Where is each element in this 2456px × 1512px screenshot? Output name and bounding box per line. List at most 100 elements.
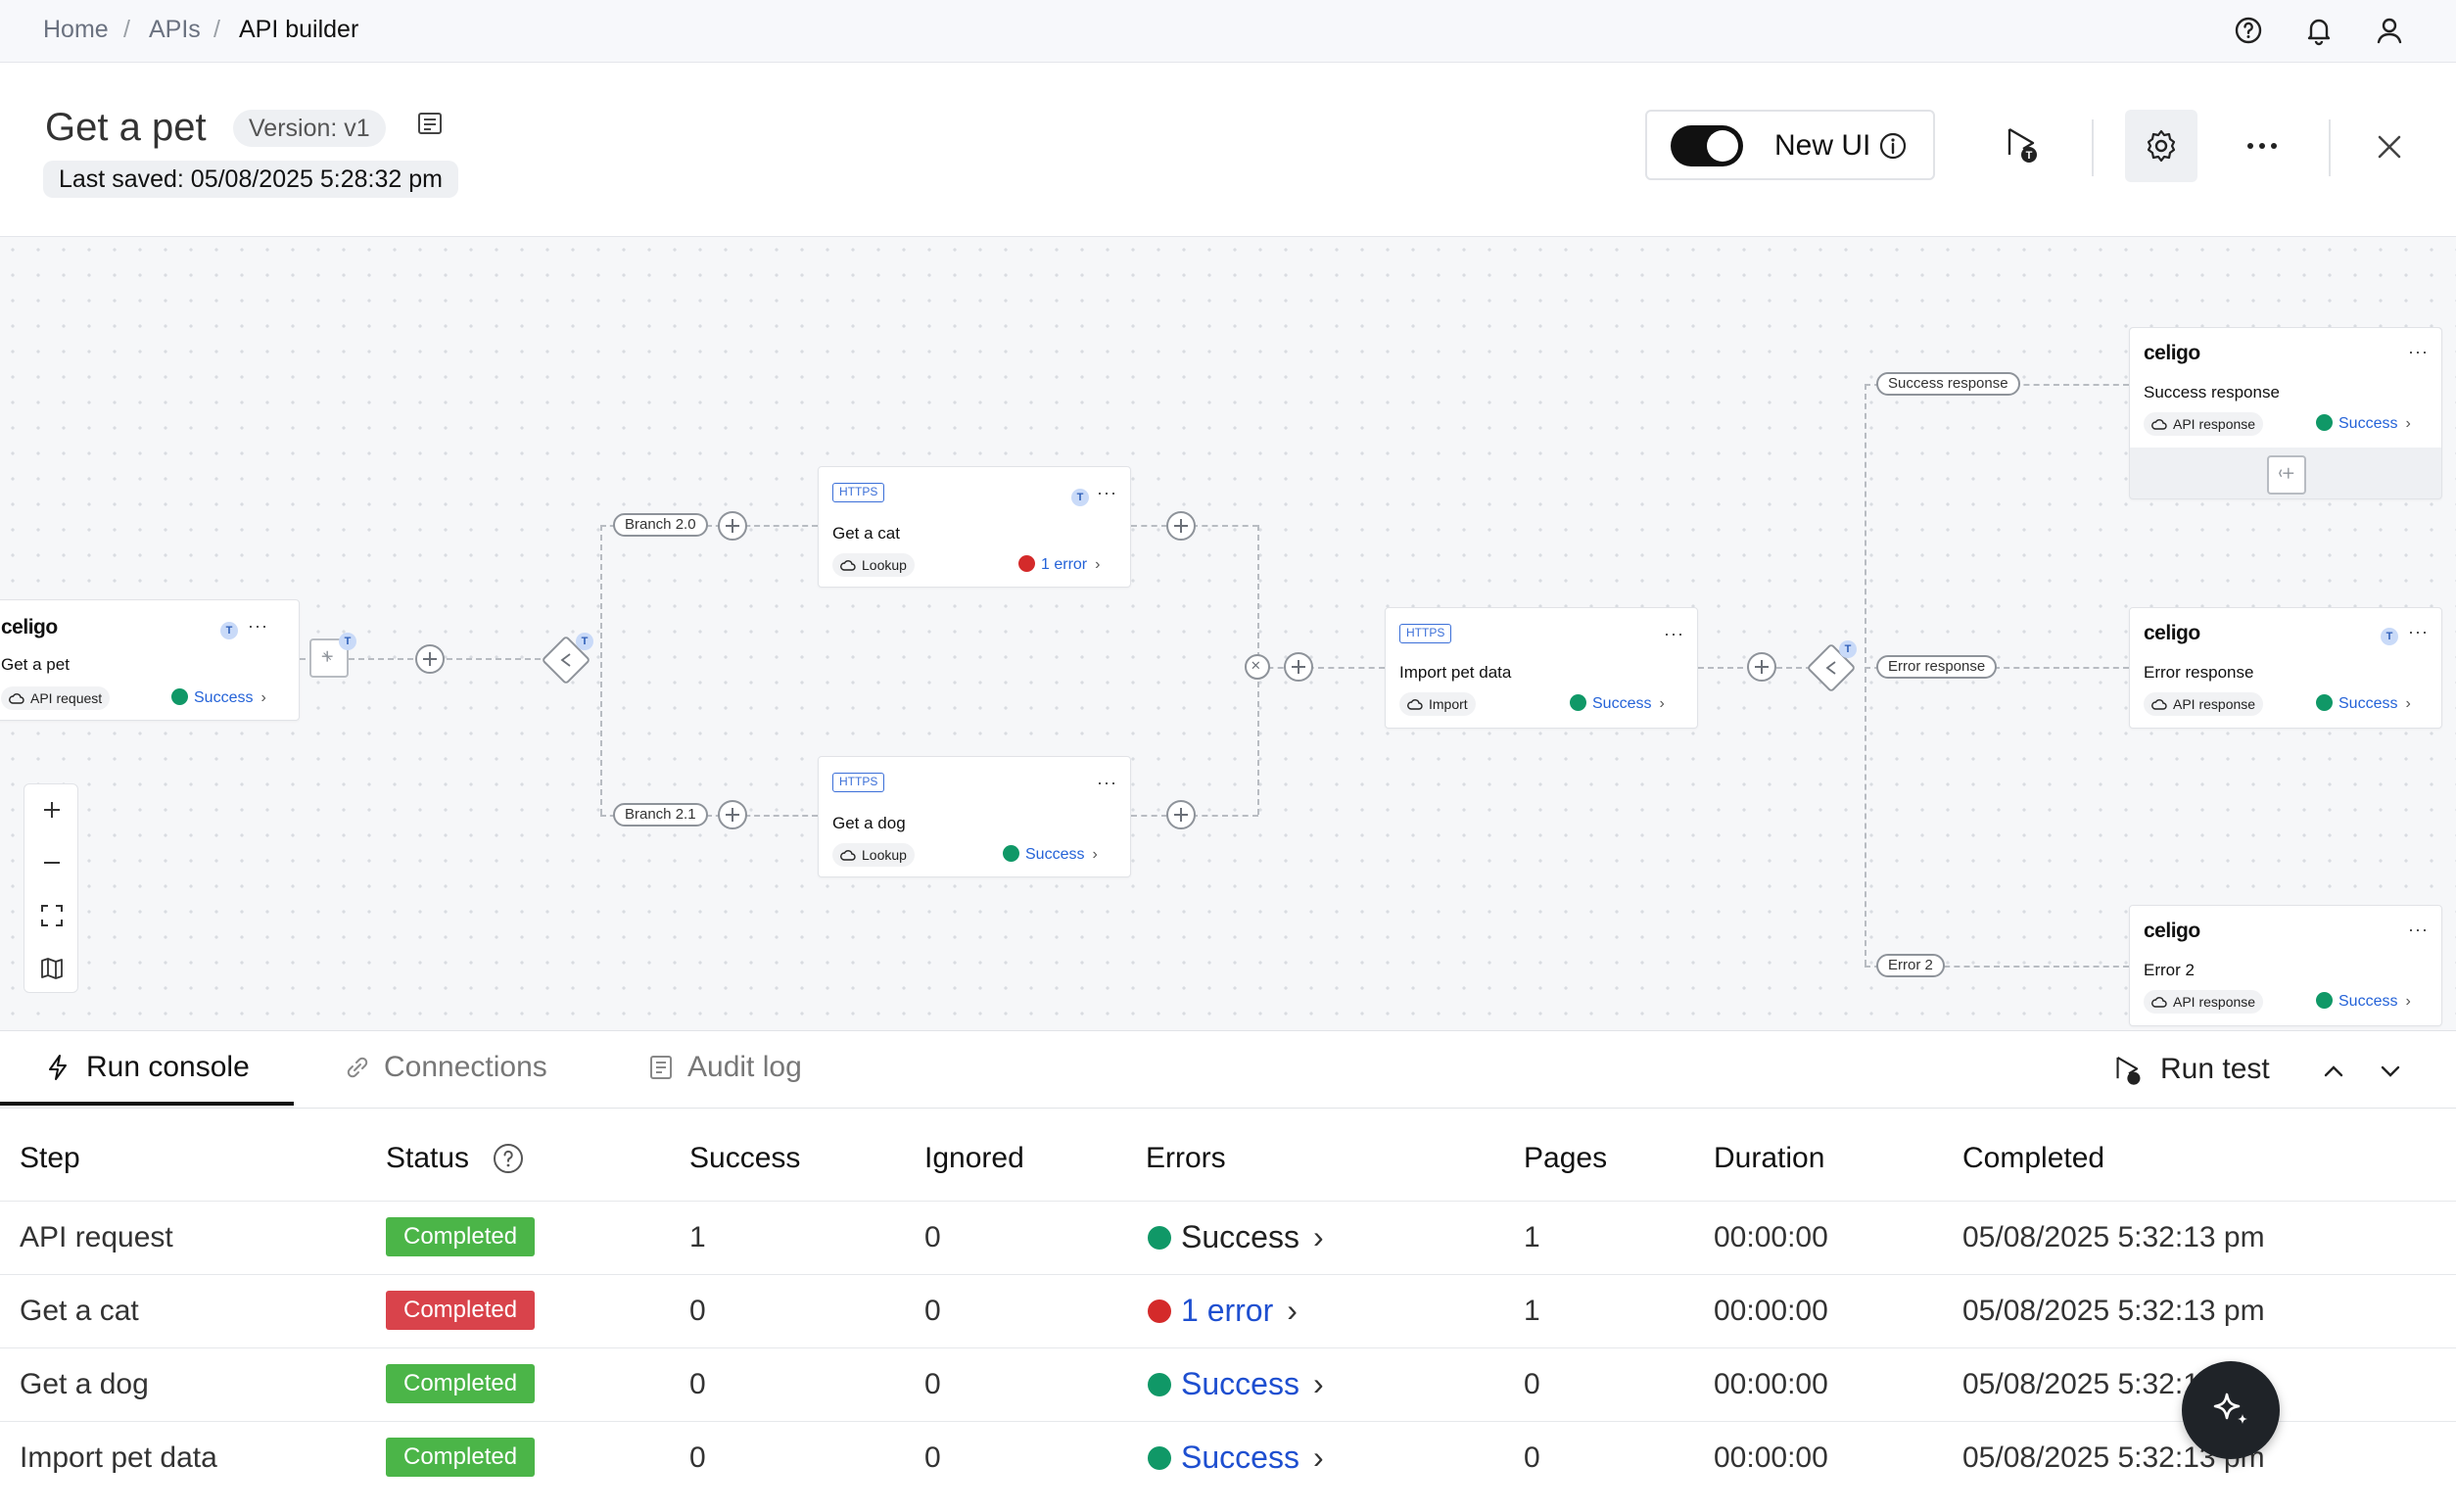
- cloud-icon: [2151, 699, 2167, 710]
- breadcrumb-separator: /: [213, 16, 220, 43]
- branch-label-error-response[interactable]: Error response: [1876, 655, 1998, 679]
- table-row[interactable]: Import pet data Completed 0 0 Success › 0…: [0, 1421, 2456, 1494]
- node-type-label: API response: [2173, 416, 2256, 432]
- merge-point[interactable]: [1245, 654, 1270, 680]
- minimap-button[interactable]: [24, 943, 79, 994]
- test-mode-badge: T: [2381, 628, 2398, 645]
- status-dot: [2316, 992, 2333, 1009]
- node-more-button[interactable]: ···: [248, 616, 268, 637]
- fit-view-button[interactable]: [24, 890, 79, 941]
- flow-canvas[interactable]: celigo T ··· Get a pet API request Succe…: [0, 237, 2456, 1030]
- zoom-out-button[interactable]: [24, 837, 79, 888]
- new-ui-toggle[interactable]: [1671, 125, 1743, 166]
- close-icon[interactable]: [2372, 129, 2407, 165]
- branch-label-error-2[interactable]: Error 2: [1876, 954, 1945, 977]
- table-row[interactable]: Get a cat Completed 0 0 1 error › 1 00:00…: [0, 1274, 2456, 1347]
- node-more-button[interactable]: ···: [2408, 342, 2429, 362]
- errors-link[interactable]: Success ›: [1148, 1219, 1324, 1255]
- add-step-button[interactable]: [1166, 511, 1196, 541]
- status-badge: Completed: [386, 1438, 536, 1477]
- errors-label: Success: [1181, 1440, 1299, 1475]
- new-ui-toggle-group: New UI: [1645, 110, 1935, 180]
- connector-line: [1865, 384, 1866, 966]
- bell-icon[interactable]: [2301, 13, 2337, 48]
- cell-success: 0: [689, 1441, 706, 1474]
- node-more-button[interactable]: ···: [1664, 624, 1684, 644]
- node-title: Get a dog: [832, 814, 906, 832]
- cloud-icon: [840, 850, 856, 861]
- tab-label: Connections: [384, 1051, 547, 1083]
- add-step-button[interactable]: [1166, 800, 1196, 829]
- help-icon[interactable]: [2231, 13, 2266, 48]
- table-row[interactable]: API request Completed 1 0 Success › 1 00:…: [0, 1201, 2456, 1274]
- branch-label-2-0[interactable]: Branch 2.0: [613, 513, 708, 537]
- zoom-in-button[interactable]: [24, 784, 79, 835]
- add-step-button[interactable]: [718, 511, 747, 541]
- node-title: Error 2: [2144, 961, 2195, 979]
- user-icon[interactable]: [2372, 13, 2407, 48]
- node-status-link[interactable]: 1 error ›: [1018, 555, 1100, 574]
- breadcrumb-apis[interactable]: APIs: [149, 16, 201, 44]
- flow-node-error-response[interactable]: celigo T ··· Error response API response…: [2129, 607, 2442, 729]
- errors-link[interactable]: Success ›: [1148, 1440, 1324, 1476]
- hook-icon: [2279, 467, 2294, 479]
- run-test-icon[interactable]: T: [2002, 123, 2045, 166]
- more-options-button[interactable]: [2243, 131, 2282, 161]
- run-test-button[interactable]: Run test: [2105, 1043, 2282, 1098]
- tab-run-console[interactable]: Run console: [0, 1031, 294, 1108]
- column-header-step: Step: [20, 1142, 80, 1174]
- cell-completed: 05/08/2025 5:32:13 pm: [1962, 1295, 2265, 1327]
- cell-duration: 00:00:00: [1714, 1441, 1828, 1474]
- errors-link[interactable]: 1 error ›: [1148, 1293, 1298, 1329]
- node-type-label: API response: [2173, 696, 2256, 712]
- chevron-up-icon[interactable]: [2317, 1055, 2350, 1088]
- flow-node-error-2[interactable]: celigo ··· Error 2 API response Success ›: [2129, 905, 2442, 1026]
- node-type-badge: Lookup: [832, 843, 915, 867]
- flow-node-get-a-cat[interactable]: HTTPS T ··· Get a cat Lookup 1 error ›: [818, 466, 1131, 588]
- add-step-button[interactable]: [415, 644, 445, 674]
- test-mode-badge: T: [339, 633, 356, 650]
- status-dot: [1148, 1373, 1171, 1396]
- node-status-link[interactable]: Success ›: [2316, 992, 2411, 1011]
- add-step-button[interactable]: [718, 800, 747, 829]
- cell-pages: 1: [1524, 1221, 1540, 1253]
- node-status-link[interactable]: Success ›: [2316, 414, 2411, 433]
- node-more-button[interactable]: ···: [2408, 920, 2429, 940]
- cell-step: Import pet data: [20, 1441, 217, 1474]
- node-status-link[interactable]: Success ›: [1570, 694, 1665, 713]
- tab-audit-log[interactable]: Audit log: [637, 1031, 832, 1108]
- node-status-link[interactable]: Success ›: [1003, 845, 1098, 864]
- help-icon[interactable]: [492, 1142, 525, 1175]
- cloud-icon: [2151, 419, 2167, 430]
- add-step-button[interactable]: [1284, 652, 1313, 682]
- tab-connections[interactable]: Connections: [333, 1031, 568, 1108]
- flow-node-success-response[interactable]: celigo ··· Success response API response…: [2129, 327, 2442, 499]
- status-dot: [2316, 414, 2333, 431]
- table-row[interactable]: Get a dog Completed 0 0 Success › 0 00:00…: [0, 1347, 2456, 1421]
- branch-label-2-1[interactable]: Branch 2.1: [613, 803, 708, 827]
- breadcrumb-home[interactable]: Home: [43, 16, 109, 44]
- node-more-button[interactable]: ···: [2408, 622, 2429, 642]
- node-title: Import pet data: [1399, 663, 1512, 682]
- branch-label-success-response[interactable]: Success response: [1876, 372, 2020, 396]
- ai-assistant-button[interactable]: [2182, 1361, 2280, 1459]
- add-step-button[interactable]: [1747, 652, 1776, 682]
- chevron-right-icon: ›: [1092, 846, 1098, 863]
- errors-link[interactable]: Success ›: [1148, 1366, 1324, 1402]
- page-title[interactable]: Get a pet: [45, 106, 207, 150]
- svg-text:T: T: [2026, 150, 2033, 162]
- chevron-down-icon[interactable]: [2374, 1055, 2407, 1088]
- add-hook-button[interactable]: [2267, 455, 2306, 495]
- node-status-link[interactable]: Success ›: [2316, 694, 2411, 713]
- settings-button[interactable]: [2125, 110, 2197, 182]
- notes-icon[interactable]: [415, 110, 445, 139]
- celigo-logo: celigo: [1, 616, 58, 638]
- flow-node-import-pet-data[interactable]: HTTPS ··· Import pet data Import Success…: [1385, 607, 1698, 729]
- node-more-button[interactable]: ···: [1097, 483, 1117, 503]
- info-icon[interactable]: [1878, 131, 1908, 161]
- version-badge[interactable]: Version: v1: [233, 110, 386, 147]
- node-more-button[interactable]: ···: [1097, 773, 1117, 793]
- flow-node-get-a-dog[interactable]: HTTPS ··· Get a dog Lookup Success ›: [818, 756, 1131, 877]
- node-status-link[interactable]: Success ›: [171, 688, 266, 707]
- flow-node-get-a-pet[interactable]: celigo T ··· Get a pet API request Succe…: [0, 599, 300, 721]
